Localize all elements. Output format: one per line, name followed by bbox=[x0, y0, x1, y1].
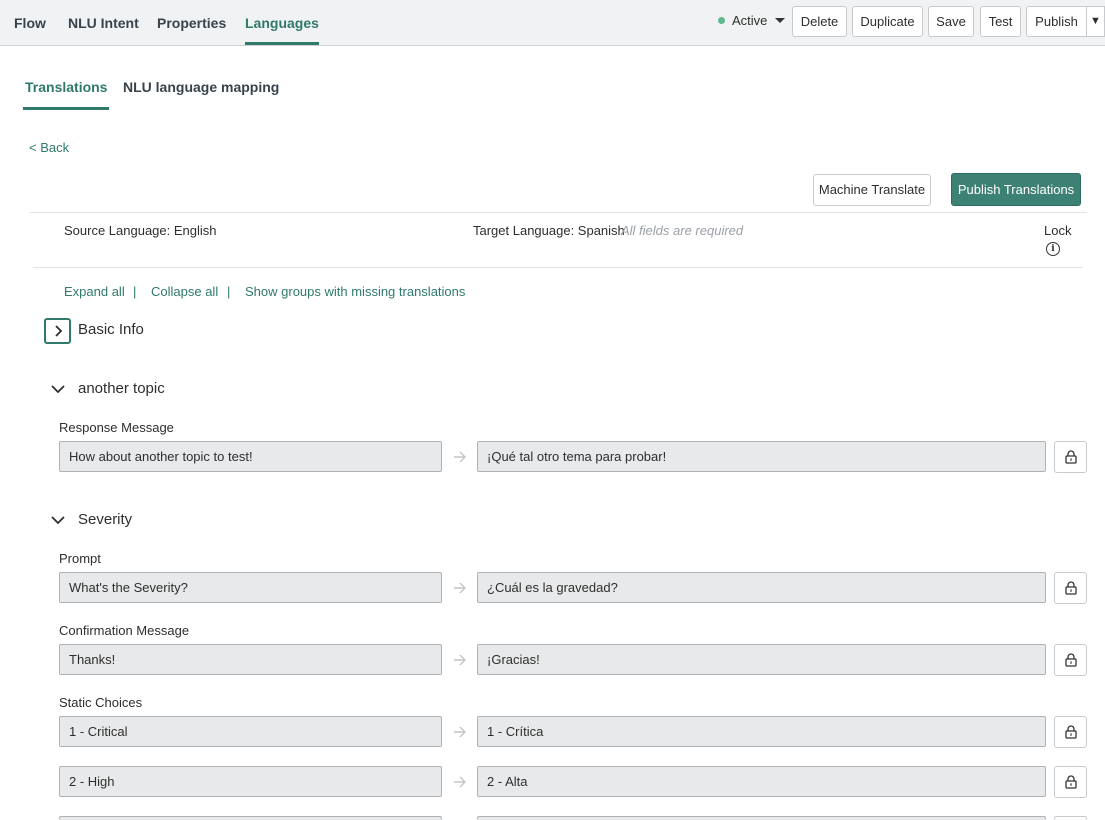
arrow-right-icon bbox=[454, 726, 466, 738]
target-text-field[interactable]: 2 - Alta bbox=[477, 766, 1046, 797]
tab-flow[interactable]: Flow bbox=[14, 0, 46, 45]
field-label-response-message: Response Message bbox=[59, 420, 174, 435]
source-text-field: How about another topic to test! bbox=[59, 441, 442, 472]
lock-button[interactable] bbox=[1054, 572, 1087, 604]
divider bbox=[30, 212, 1087, 213]
chevron-down-icon[interactable] bbox=[51, 384, 65, 394]
machine-translate-button[interactable]: Machine Translate bbox=[813, 174, 931, 206]
publish-button[interactable]: Publish bbox=[1026, 6, 1087, 37]
lock-button[interactable] bbox=[1054, 441, 1087, 473]
arrow-right-icon bbox=[454, 776, 466, 788]
lock-icon bbox=[1065, 581, 1077, 595]
field-label-prompt: Prompt bbox=[59, 551, 101, 566]
source-language-label: Source Language: English bbox=[64, 223, 217, 238]
source-text-field: 1 - Critical bbox=[59, 716, 442, 747]
top-toolbar: Flow NLU Intent Properties Languages Act… bbox=[0, 0, 1105, 46]
expand-all-link[interactable]: Expand all bbox=[64, 284, 125, 299]
arrow-right-icon bbox=[454, 451, 466, 463]
lock-button[interactable] bbox=[1054, 716, 1087, 748]
link-separator: | bbox=[133, 284, 137, 299]
lock-button[interactable] bbox=[1054, 766, 1087, 798]
tab-translations[interactable]: Translations bbox=[22, 79, 110, 110]
status-dot-icon bbox=[718, 17, 725, 24]
target-text-field[interactable]: ¿Cuál es la gravedad? bbox=[477, 572, 1046, 603]
field-label-confirmation-message: Confirmation Message bbox=[59, 623, 190, 638]
source-text-field: Thanks! bbox=[59, 644, 442, 675]
divider bbox=[33, 267, 1083, 268]
source-text-field bbox=[59, 816, 442, 820]
publish-translations-button[interactable]: Publish Translations bbox=[951, 173, 1081, 206]
duplicate-button[interactable]: Duplicate bbox=[852, 6, 923, 37]
group-title-severity[interactable]: Severity bbox=[78, 511, 132, 528]
target-text-field[interactable]: ¡Gracias! bbox=[477, 644, 1046, 675]
back-link[interactable]: < Back bbox=[29, 140, 69, 155]
arrow-right-icon bbox=[454, 582, 466, 594]
chevron-right-icon bbox=[55, 325, 63, 337]
arrow-right-icon bbox=[454, 654, 466, 666]
group-title-basic-info[interactable]: Basic Info bbox=[78, 321, 144, 338]
delete-button[interactable]: Delete bbox=[792, 6, 847, 37]
lock-icon bbox=[1065, 450, 1077, 464]
lock-icon bbox=[1065, 775, 1077, 789]
expand-group-button[interactable] bbox=[44, 318, 71, 344]
tab-nlu-language-mapping[interactable]: NLU language mapping bbox=[123, 79, 279, 110]
field-label-static-choices: Static Choices bbox=[59, 695, 143, 710]
publish-menu-caret-icon[interactable]: ▼ bbox=[1086, 6, 1105, 37]
source-text-field: What's the Severity? bbox=[59, 572, 442, 603]
info-icon[interactable]: i bbox=[1046, 242, 1060, 256]
show-missing-translations-link[interactable]: Show groups with missing translations bbox=[245, 284, 465, 299]
tab-nlu-intent[interactable]: NLU Intent bbox=[68, 0, 139, 45]
caret-down-icon bbox=[775, 18, 786, 23]
status-label: Active bbox=[732, 13, 768, 28]
lock-button[interactable] bbox=[1054, 644, 1087, 676]
lock-column-label: Lock bbox=[1044, 223, 1072, 238]
target-text-field[interactable]: 1 - Crítica bbox=[477, 716, 1046, 747]
target-text-field[interactable] bbox=[477, 816, 1046, 820]
test-button[interactable]: Test bbox=[980, 6, 1021, 37]
group-title-another-topic[interactable]: another topic bbox=[78, 380, 165, 397]
link-separator: | bbox=[227, 284, 231, 299]
target-text-field[interactable]: ¡Qué tal otro tema para probar! bbox=[477, 441, 1046, 472]
chevron-down-icon[interactable] bbox=[51, 515, 65, 525]
lock-icon bbox=[1065, 653, 1077, 667]
tab-properties[interactable]: Properties bbox=[157, 0, 226, 45]
required-hint: All fields are required bbox=[621, 223, 744, 238]
lock-icon bbox=[1065, 725, 1077, 739]
status-dropdown[interactable]: Active bbox=[718, 13, 786, 29]
target-language-label: Target Language: Spanish bbox=[473, 223, 625, 238]
collapse-all-link[interactable]: Collapse all bbox=[151, 284, 218, 299]
lock-button[interactable] bbox=[1054, 816, 1087, 820]
tab-languages[interactable]: Languages bbox=[245, 0, 319, 45]
source-text-field: 2 - High bbox=[59, 766, 442, 797]
save-button[interactable]: Save bbox=[928, 6, 974, 37]
